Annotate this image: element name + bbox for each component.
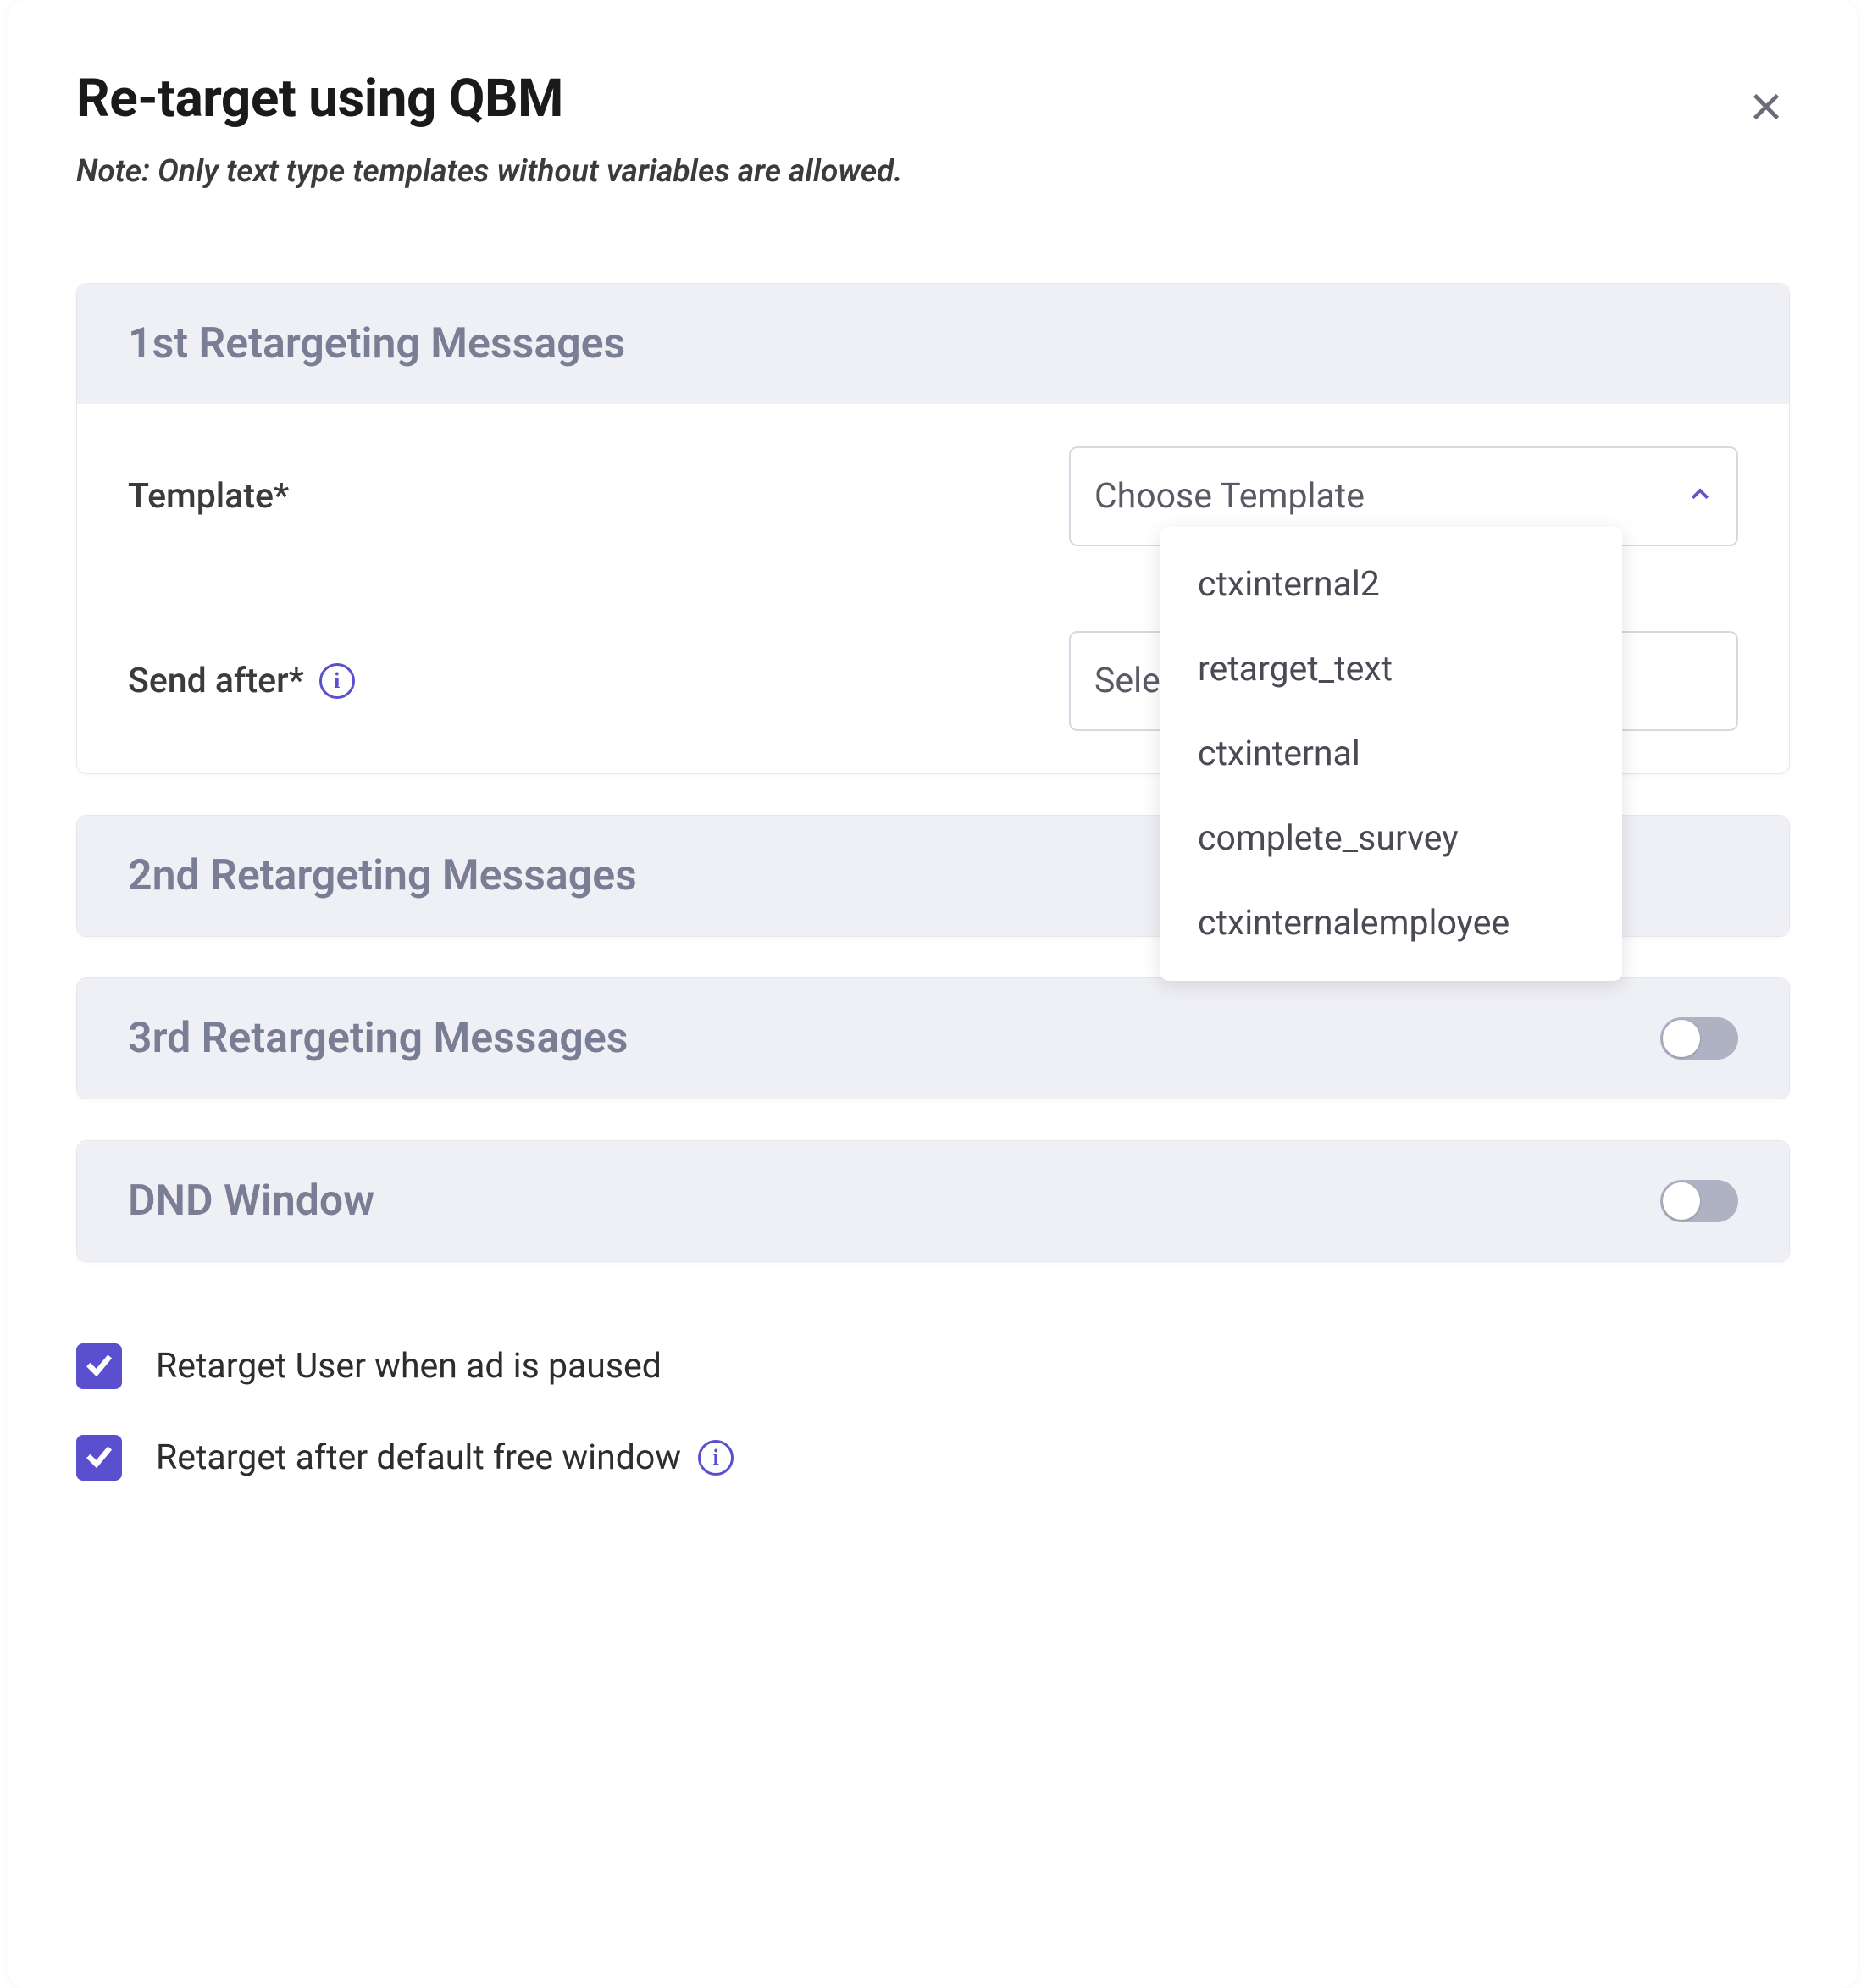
section-3rd-title: 3rd Retargeting Messages: [128, 1014, 628, 1063]
close-button[interactable]: [1742, 85, 1790, 132]
retarget-free-window-row: Retarget after default free window i: [76, 1435, 1790, 1481]
chevron-up-icon: [1687, 476, 1713, 517]
section-dnd-header[interactable]: DND Window: [77, 1141, 1789, 1261]
template-select-value: Choose Template: [1094, 476, 1365, 517]
check-icon: [83, 1440, 115, 1476]
section-dnd-title: DND Window: [128, 1177, 374, 1226]
template-option[interactable]: retarget_text: [1160, 627, 1622, 712]
section-1st-title: 1st Retargeting Messages: [128, 319, 625, 368]
modal-title: Re-target using QBM: [76, 68, 1790, 130]
retarget-paused-checkbox[interactable]: [76, 1343, 122, 1389]
retarget-paused-row: Retarget User when ad is paused: [76, 1343, 1790, 1389]
retarget-free-window-label: Retarget after default free window i: [156, 1437, 734, 1478]
info-icon[interactable]: i: [698, 1440, 734, 1476]
toggle-knob: [1663, 1020, 1700, 1057]
template-option[interactable]: ctxinternal: [1160, 712, 1622, 796]
toggle-knob: [1663, 1182, 1700, 1220]
template-label: Template*: [128, 476, 1069, 517]
retarget-free-window-checkbox[interactable]: [76, 1435, 122, 1481]
template-option[interactable]: complete_survey: [1160, 796, 1622, 881]
retarget-modal: Re-target using QBM Note: Only text type…: [8, 0, 1858, 1988]
section-dnd-window: DND Window: [76, 1140, 1790, 1262]
options-block: Retarget User when ad is paused Retarget…: [76, 1343, 1790, 1481]
section-3rd-header[interactable]: 3rd Retargeting Messages: [77, 978, 1789, 1099]
section-dnd-toggle[interactable]: [1660, 1180, 1738, 1222]
section-1st-body: Template* Choose Template ctxinternal2 r…: [77, 404, 1789, 773]
check-icon: [83, 1348, 115, 1384]
close-icon: [1747, 87, 1786, 130]
modal-header: Re-target using QBM Note: Only text type…: [76, 68, 1790, 190]
send-after-label: Send after* i: [128, 661, 1069, 701]
section-3rd-retargeting: 3rd Retargeting Messages: [76, 977, 1790, 1099]
section-1st-retargeting: 1st Retargeting Messages Template* Choos…: [76, 283, 1790, 774]
info-icon[interactable]: i: [319, 663, 355, 699]
template-dropdown: ctxinternal2 retarget_text ctxinternal c…: [1160, 527, 1622, 981]
modal-note: Note: Only text type templates without v…: [76, 153, 1790, 190]
section-3rd-toggle[interactable]: [1660, 1017, 1738, 1060]
retarget-paused-label: Retarget User when ad is paused: [156, 1346, 662, 1387]
section-1st-header[interactable]: 1st Retargeting Messages: [77, 284, 1789, 404]
section-2nd-title: 2nd Retargeting Messages: [128, 851, 637, 900]
template-option[interactable]: ctxinternalemployee: [1160, 881, 1622, 966]
template-option[interactable]: ctxinternal2: [1160, 542, 1622, 627]
